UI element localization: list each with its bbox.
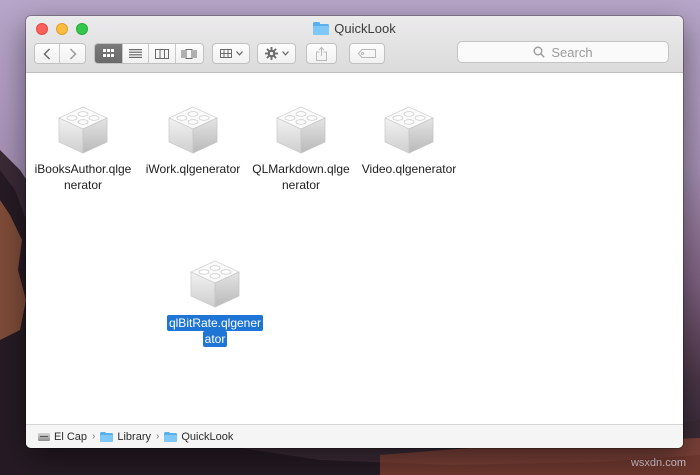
chevron-down-icon (281, 51, 289, 56)
quicklook-plugin-icon (384, 106, 434, 154)
cover-flow-icon (181, 48, 197, 59)
hard-disk-icon (38, 431, 50, 442)
back-button[interactable] (35, 44, 61, 63)
gear-icon (264, 47, 278, 60)
share-icon (316, 46, 327, 61)
chevron-left-icon (43, 47, 51, 60)
quicklook-plugin-icon (190, 260, 240, 308)
columns-icon (154, 48, 169, 59)
path-item-disk[interactable]: El Cap (38, 431, 87, 443)
file-item-iwork[interactable]: iWork.qlgenerator (138, 96, 248, 177)
folder-icon (313, 22, 330, 35)
file-item-ibooksauthor[interactable]: iBooksAuthor.qlge nerator (28, 96, 138, 193)
cover-flow-button[interactable] (175, 44, 203, 63)
quicklook-plugin-icon (168, 106, 218, 154)
file-icon-grid: iBooksAuthor.qlge nerator iWork.qlgenerat… (26, 73, 683, 424)
arrange-button[interactable] (212, 43, 250, 64)
chevron-down-icon (235, 51, 243, 56)
forward-button[interactable] (60, 44, 85, 63)
file-item-video[interactable]: Video.qlgenerator (354, 96, 464, 177)
arrange-grid-icon (219, 49, 232, 58)
search-field[interactable]: Search (457, 41, 669, 63)
file-name: iBooksAuthor.qlge nerator (34, 162, 132, 192)
quicklook-plugin-icon (58, 106, 108, 154)
view-mode-control (94, 43, 204, 64)
tags-button[interactable] (349, 43, 385, 64)
quicklook-plugin-icon (276, 106, 326, 154)
path-item-library[interactable]: Library (100, 431, 151, 443)
chevron-right-icon (69, 47, 77, 60)
file-item-qlbitrate[interactable]: qlBitRate.qlgener ator (160, 250, 270, 347)
file-name-selected: qlBitRate.qlgener ator (166, 315, 264, 347)
search-icon (533, 46, 546, 58)
grid-icon (102, 49, 114, 57)
title-bar: QuickLook Search (26, 16, 683, 73)
file-name: QLMarkdown.qlge nerator (252, 162, 350, 192)
tag-icon (358, 49, 376, 58)
file-name: Video.qlgenerator (361, 162, 457, 176)
column-view-button[interactable] (149, 44, 176, 63)
finder-window: QuickLook Search iBooksAuthor.qlge nerat… (26, 16, 683, 448)
folder-icon (164, 431, 178, 442)
window-title-area: QuickLook (26, 21, 683, 37)
file-name: iWork.qlgenerator (145, 162, 241, 176)
path-separator: › (92, 431, 96, 442)
share-button[interactable] (306, 43, 337, 64)
search-placeholder: Search (551, 44, 593, 60)
folder-icon (100, 431, 114, 442)
icon-view-button[interactable] (95, 44, 123, 63)
action-menu-button[interactable] (257, 43, 296, 64)
path-separator: › (156, 431, 160, 442)
list-view-button[interactable] (122, 44, 150, 63)
window-title: QuickLook (334, 21, 396, 36)
list-icon (128, 49, 142, 58)
path-bar: El Cap › Library › QuickLook (26, 424, 683, 448)
nav-buttons (34, 43, 86, 64)
file-item-qlmarkdown[interactable]: QLMarkdown.qlge nerator (246, 96, 356, 193)
watermark-text: wsxdn.com (630, 457, 686, 469)
path-item-quicklook[interactable]: QuickLook (164, 431, 233, 443)
